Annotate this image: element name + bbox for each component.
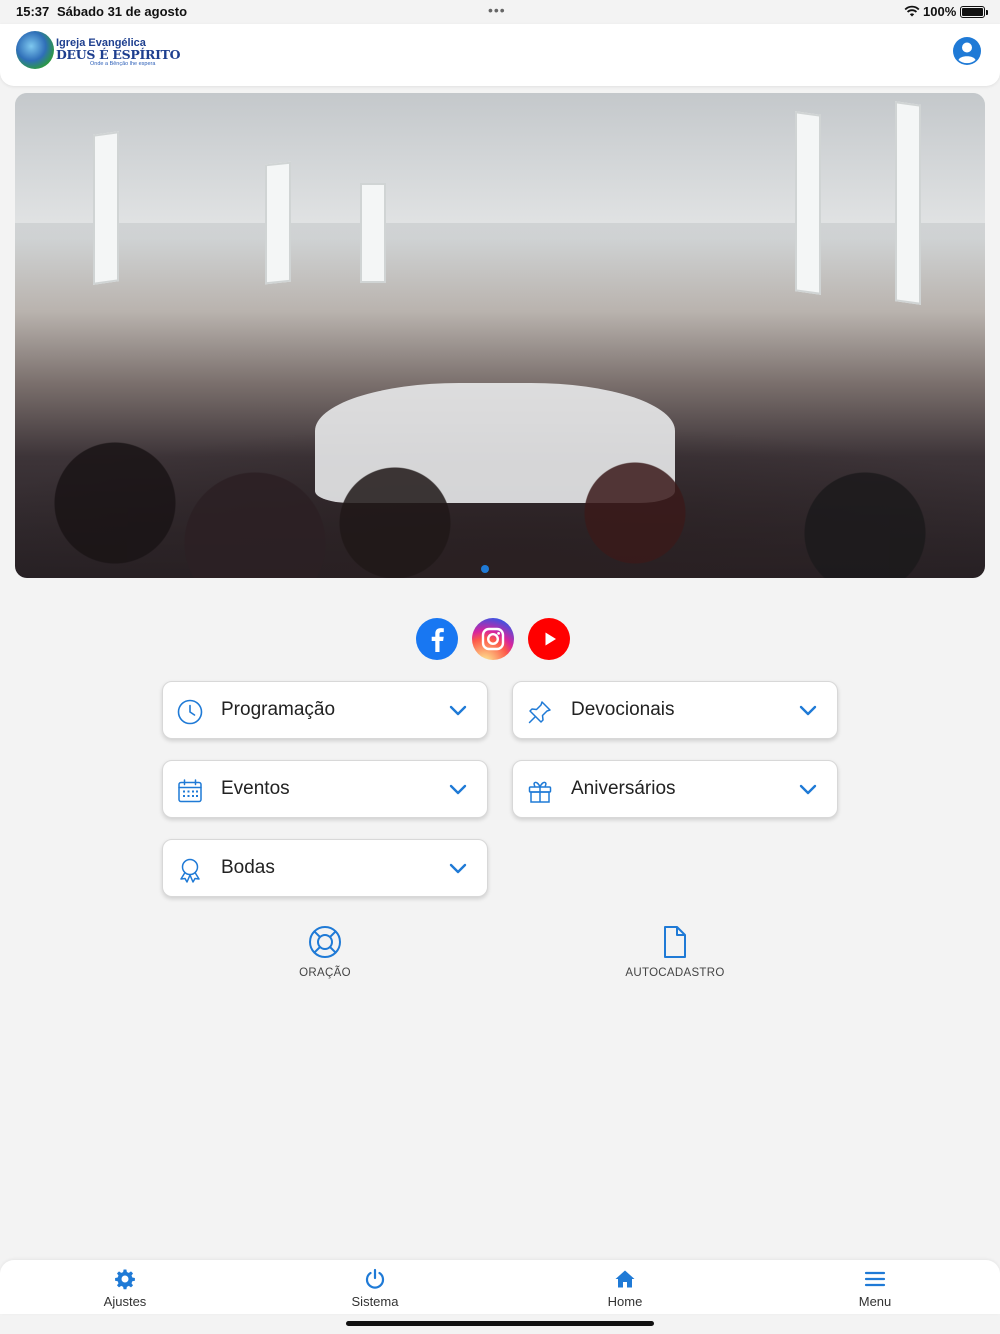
carousel-photo-crowd	[15, 343, 985, 578]
battery-icon	[960, 6, 988, 18]
logo-tagline: Onde a Bênção lhe espera	[90, 61, 156, 67]
carousel-photo-window	[795, 111, 821, 295]
clock-icon	[177, 699, 203, 725]
tab-label: Menu	[858, 1294, 892, 1309]
multitasking-dots-icon[interactable]: •••	[488, 2, 506, 18]
card-eventos[interactable]: Eventos	[162, 760, 488, 818]
card-label: Eventos	[221, 778, 290, 799]
award-icon	[180, 858, 200, 883]
tab-label: Ajustes	[103, 1294, 147, 1309]
home-icon	[615, 1270, 635, 1288]
shortcut-autocadastro[interactable]: AUTOCADASTRO	[605, 925, 745, 979]
tab-ajustes[interactable]: Ajustes	[65, 1268, 185, 1309]
carousel-photo-window	[93, 131, 119, 285]
carousel-photo-ceiling	[15, 93, 985, 223]
menu-icon	[864, 1271, 886, 1287]
home-indicator[interactable]	[346, 1321, 654, 1326]
facebook-icon[interactable]	[416, 618, 458, 660]
card-label: Aniversários	[571, 778, 676, 799]
wifi-icon	[904, 5, 920, 17]
youtube-icon[interactable]	[528, 618, 570, 660]
pin-icon	[528, 701, 551, 724]
chevron-down-icon	[449, 705, 467, 716]
app-header: Igreja Evangélica DEUS É ESPÍRITO Onde a…	[0, 24, 1000, 86]
shortcut-label: ORAÇÃO	[299, 967, 351, 979]
globe-logo-icon	[16, 31, 54, 69]
shortcut-label: AUTOCADASTRO	[625, 967, 725, 979]
calendar-icon	[178, 779, 202, 803]
card-devocionais[interactable]: Devocionais	[512, 681, 838, 739]
tab-sistema[interactable]: Sistema	[315, 1268, 435, 1309]
carousel-photo-window	[265, 161, 291, 285]
card-bodas[interactable]: Bodas	[162, 839, 488, 897]
user-circle-icon[interactable]	[952, 36, 982, 66]
card-label: Bodas	[221, 857, 275, 878]
chevron-down-icon	[449, 863, 467, 874]
card-aniversarios[interactable]: Aniversários	[512, 760, 838, 818]
tab-label: Sistema	[351, 1294, 399, 1309]
church-logo[interactable]: Igreja Evangélica DEUS É ESPÍRITO Onde a…	[16, 31, 181, 73]
tab-home[interactable]: Home	[565, 1268, 685, 1309]
power-icon	[365, 1268, 385, 1289]
lifebuoy-icon	[309, 926, 341, 958]
card-label: Programação	[221, 699, 336, 720]
instagram-icon[interactable]	[472, 618, 514, 660]
status-bar: 15:37 Sábado 31 de agosto ••• 100%	[0, 0, 1000, 24]
gear-icon	[115, 1269, 135, 1290]
chevron-down-icon	[799, 705, 817, 716]
document-icon	[664, 926, 686, 958]
tab-menu[interactable]: Menu	[815, 1268, 935, 1309]
bottom-tab-bar: Ajustes Sistema Home Menu	[0, 1260, 1000, 1314]
status-date: Sábado 31 de agosto	[57, 4, 188, 19]
battery-percent: 100%	[923, 4, 957, 19]
card-label: Devocionais	[571, 699, 675, 720]
gift-icon	[528, 781, 552, 803]
carousel-photo-window	[895, 101, 921, 305]
chevron-down-icon	[449, 784, 467, 795]
carousel-page-dot[interactable]	[481, 565, 489, 573]
shortcut-oracao[interactable]: ORAÇÃO	[255, 925, 395, 979]
tab-label: Home	[607, 1294, 643, 1309]
chevron-down-icon	[799, 784, 817, 795]
carousel-photo-window	[360, 183, 386, 283]
status-time: 15:37	[16, 4, 50, 19]
photo-carousel[interactable]	[15, 93, 985, 578]
card-programacao[interactable]: Programação	[162, 681, 488, 739]
logo-line2: DEUS É ESPÍRITO	[56, 47, 181, 62]
